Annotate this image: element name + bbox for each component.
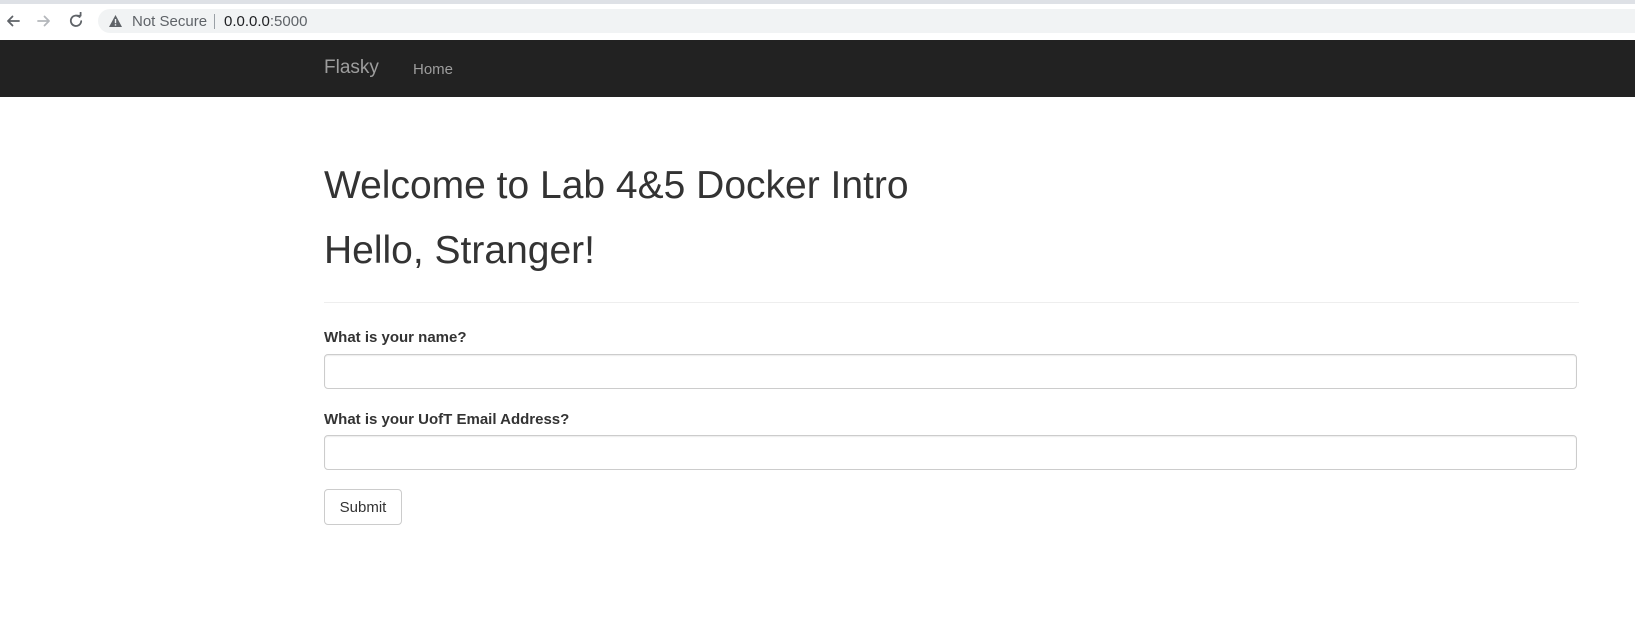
submit-button[interactable]: Submit	[324, 489, 402, 525]
url-host: 0.0.0.0	[224, 13, 270, 30]
url-port: :5000	[269, 13, 308, 30]
greeting-heading: Hello, Stranger!	[324, 229, 595, 272]
email-input[interactable]	[324, 435, 1577, 470]
address-divider	[214, 14, 215, 29]
header-divider	[324, 302, 1579, 303]
page-title: Welcome to Lab 4&5 Docker Intro	[324, 164, 909, 207]
forward-icon[interactable]	[35, 12, 53, 30]
back-icon[interactable]	[4, 12, 22, 30]
name-label: What is your name?	[324, 329, 467, 346]
warning-icon	[108, 14, 123, 33]
reload-icon[interactable]	[67, 11, 85, 30]
browser-toolbar: Not Secure 0.0.0.0:5000	[0, 4, 1635, 38]
url-text[interactable]: 0.0.0.0:5000	[224, 13, 307, 30]
email-label: What is your UofT Email Address?	[324, 411, 570, 428]
navbar-brand[interactable]: Flasky	[324, 57, 379, 79]
security-status[interactable]: Not Secure	[132, 13, 207, 30]
site-navbar: Flasky Home	[0, 40, 1635, 97]
nav-link-home[interactable]: Home	[413, 61, 453, 78]
name-input[interactable]	[324, 354, 1577, 389]
address-bar[interactable]: Not Secure 0.0.0.0:5000	[98, 9, 1635, 33]
